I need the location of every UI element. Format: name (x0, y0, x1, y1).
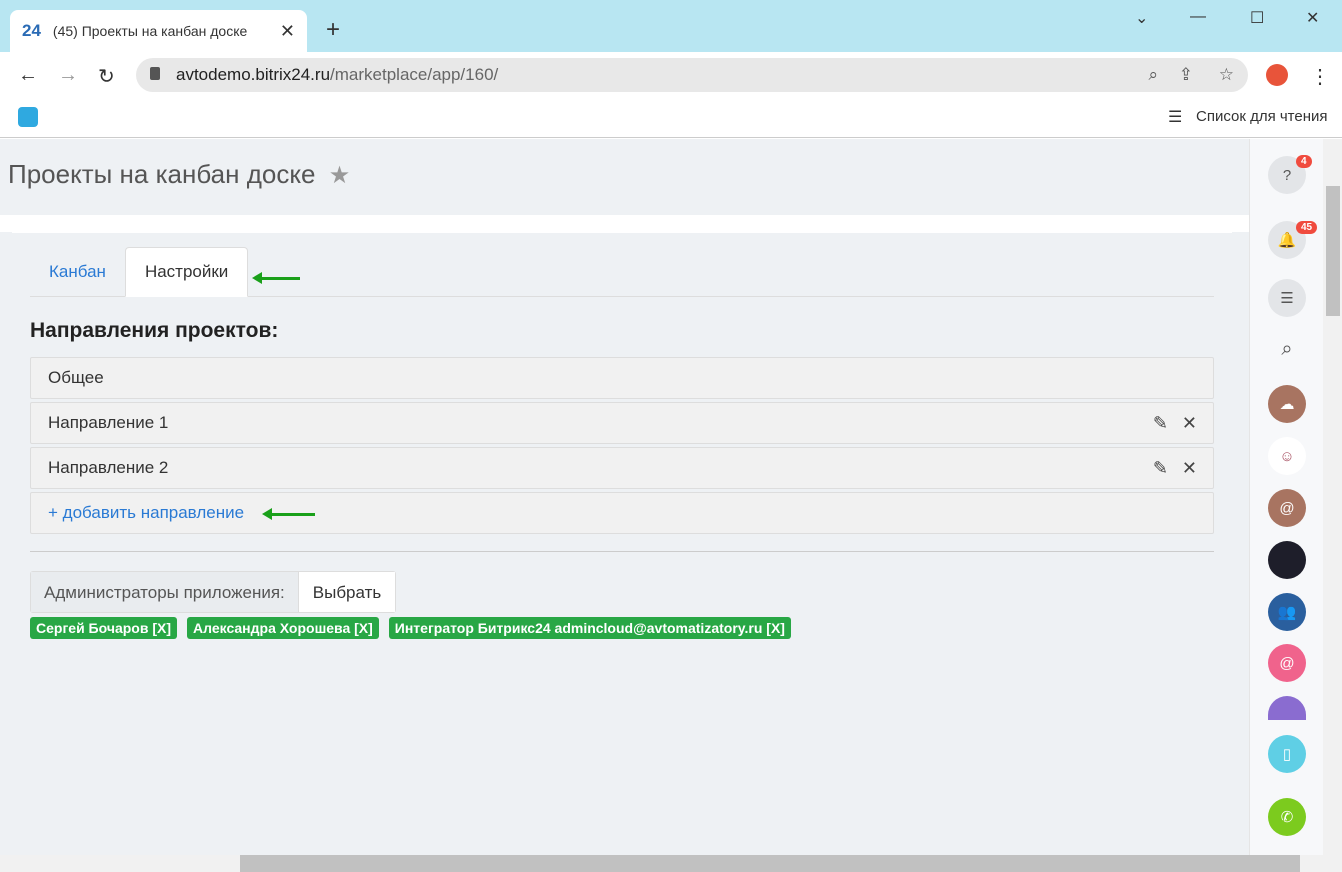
tab-settings[interactable]: Настройки (124, 247, 249, 297)
edit-pencil-icon[interactable]: ✎ (1153, 458, 1168, 479)
section-title: Направления проектов: (30, 319, 279, 342)
star-icon[interactable]: ☆ (1219, 65, 1234, 85)
forward-icon[interactable]: → (58, 64, 78, 87)
divider (30, 551, 1214, 552)
annotation-arrow (262, 508, 315, 520)
divider (0, 215, 1249, 232)
vertical-scrollbar[interactable] (1323, 139, 1342, 855)
back-icon[interactable]: ← (18, 64, 38, 87)
page-header: Проекты на канбан доске ★ (0, 139, 1249, 215)
direction-label: Направление 2 (48, 458, 169, 477)
tab-kanban[interactable]: Канбан (30, 248, 125, 296)
phone-icon[interactable]: ✆ (1268, 798, 1306, 836)
add-direction-row: + добавить направление (30, 492, 1214, 534)
chevron-down-icon[interactable]: ⌄ (1135, 8, 1148, 28)
mobile-cloud-icon[interactable]: ▯ (1268, 735, 1306, 773)
bitrix-logo: 24 (22, 21, 41, 40)
bookmark-app-icon[interactable] (18, 107, 38, 127)
url-path: /marketplace/app/160/ (330, 65, 499, 84)
profile-avatar[interactable] (1266, 64, 1288, 86)
admin-tag[interactable]: Александра Хорошева [X] (187, 617, 379, 639)
close-tab-icon[interactable]: ✕ (280, 21, 295, 42)
cloud-clock-icon[interactable]: ☁ (1268, 385, 1306, 423)
crm-icon[interactable]: @ (1268, 489, 1306, 527)
zoom-icon[interactable]: ⌕ (1148, 65, 1158, 85)
reading-list[interactable]: Список для чтения (1196, 108, 1328, 125)
search-icon[interactable]: ⌕ (1268, 330, 1306, 368)
settings-card: Канбан Настройки Направления проектов: О… (12, 232, 1232, 872)
new-tab-icon[interactable]: + (326, 16, 340, 44)
notifications-badge: 45 (1296, 221, 1318, 234)
page-title: Проекты на канбан доске (8, 159, 316, 189)
maximize-icon[interactable]: ☐ (1250, 8, 1264, 28)
admin-tag[interactable]: Сергей Бочаров [X] (30, 617, 178, 639)
admin-tag[interactable]: Интегратор Битрикс24 admincloud@avtomati… (388, 617, 791, 639)
browser-tab-bar: 24 (45) Проекты на канбан доске ✕ + ⌄ — … (0, 0, 1342, 52)
direction-label: Общее (48, 368, 104, 387)
favorite-star-icon[interactable]: ★ (329, 162, 351, 189)
annotation-arrow (252, 272, 300, 284)
crm-icon[interactable]: @ (1268, 644, 1306, 682)
select-admins-button[interactable]: Выбрать (297, 572, 396, 612)
add-direction-link[interactable]: + добавить направление (48, 503, 244, 523)
direction-label: Направление 1 (48, 413, 169, 432)
bookmarks-bar: ☰ Список для чтения (0, 98, 1342, 138)
app-page: Проекты на канбан доске ★ Канбан Настрой… (0, 139, 1249, 872)
chat-icon[interactable]: ☰ (1268, 279, 1306, 317)
share-icon[interactable]: ⇪ (1179, 65, 1193, 85)
reload-icon[interactable]: ↻ (98, 64, 115, 89)
address-bar-row: ← → ↻ avtodemo.bitrix24.ru/marketplace/a… (0, 52, 1342, 98)
admins-label: Администраторы приложения: (31, 572, 298, 612)
delete-icon[interactable]: ✕ (1182, 458, 1197, 479)
crm-icon[interactable] (1268, 696, 1306, 720)
tabs: Канбан Настройки (30, 233, 1214, 297)
admin-tags: Сергей Бочаров [X] Александра Хорошева [… (30, 617, 1214, 639)
reading-list-icon[interactable]: ☰ (1168, 107, 1182, 127)
group-chat-icon[interactable]: 👥 (1268, 593, 1306, 631)
direction-row: Направление 2 ✎ ✕ (30, 447, 1214, 489)
help-badge: 4 (1296, 155, 1312, 168)
minimize-icon[interactable]: — (1190, 8, 1206, 26)
user-avatar[interactable]: ☺ (1268, 437, 1306, 475)
direction-row: Направление 1 ✎ ✕ (30, 402, 1214, 444)
url-host: avtodemo.bitrix24.ru (176, 65, 331, 84)
url-input[interactable]: avtodemo.bitrix24.ru/marketplace/app/160… (136, 58, 1248, 92)
tab-title: (45) Проекты на канбан доске (52, 23, 248, 39)
direction-row: Общее (30, 357, 1214, 399)
lock-icon (150, 67, 160, 80)
user-avatar[interactable] (1268, 541, 1306, 579)
browser-tab[interactable]: 24 (45) Проекты на канбан доске ✕ (10, 10, 307, 52)
delete-icon[interactable]: ✕ (1182, 413, 1197, 434)
right-sidebar: ? 4 🔔 45 ☰ ⌕ ☁ ☺ @ 👥 @ ▯ ✆ (1249, 139, 1323, 855)
admins-group: Администраторы приложения: Выбрать (30, 571, 397, 613)
horizontal-scrollbar[interactable] (0, 855, 1342, 872)
edit-pencil-icon[interactable]: ✎ (1153, 413, 1168, 434)
close-window-icon[interactable]: ✕ (1306, 8, 1319, 28)
menu-icon[interactable]: ⋮ (1310, 64, 1330, 89)
